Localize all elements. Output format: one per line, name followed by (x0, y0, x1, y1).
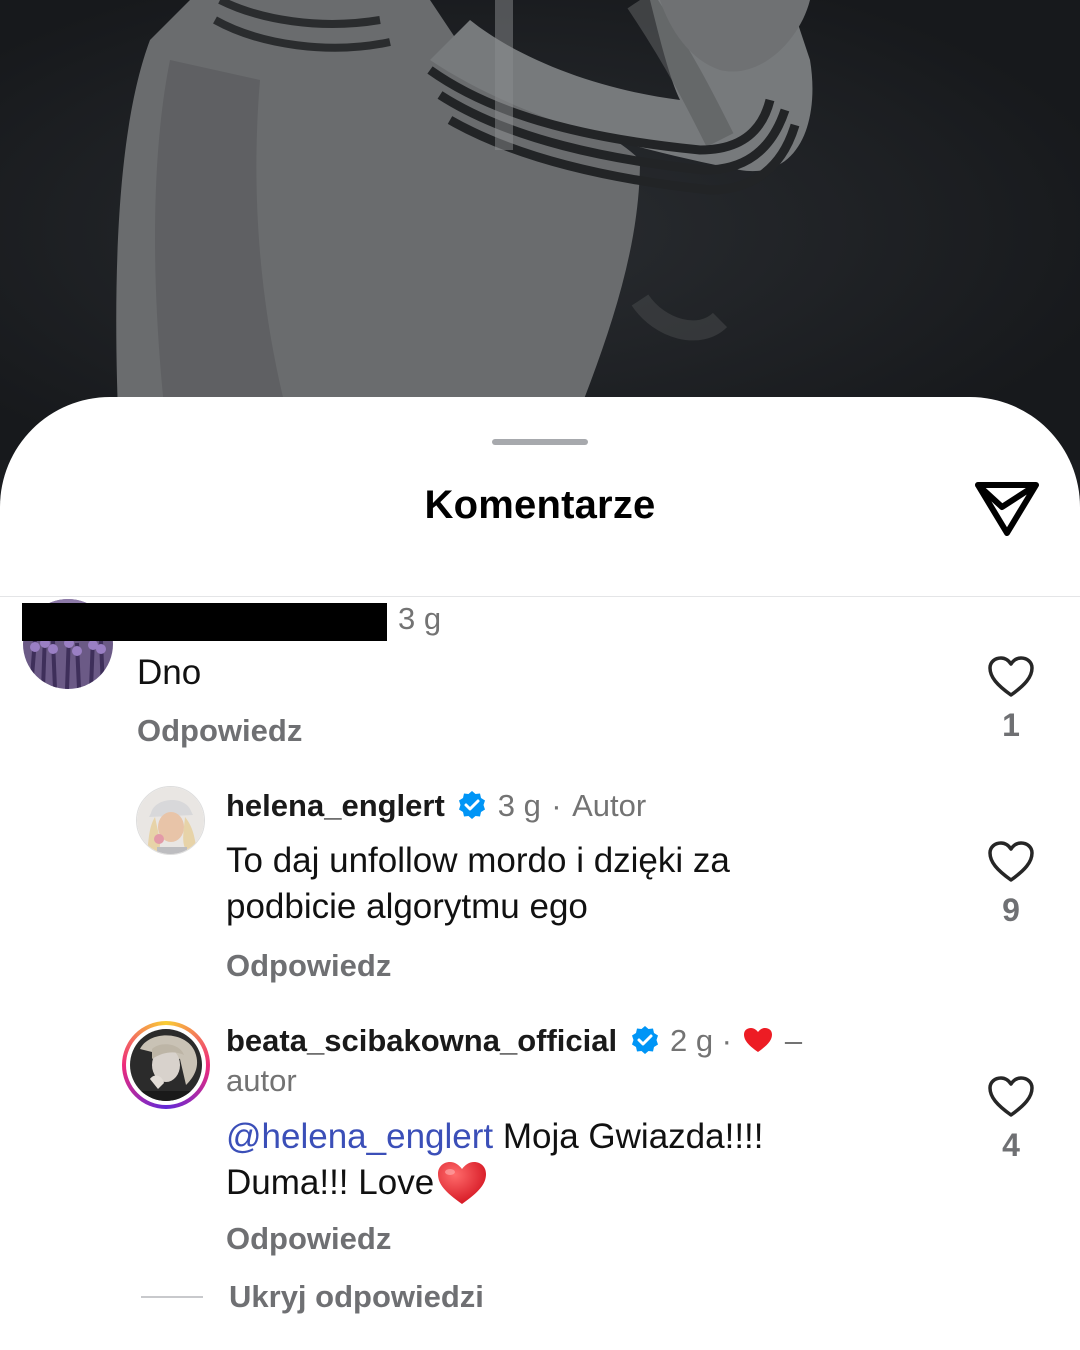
sheet-grabber[interactable] (492, 439, 588, 445)
reply-item: beata_scibakowna_official 2 g · – autor … (0, 1019, 1080, 1259)
author-tag: autor (226, 1063, 297, 1098)
like-column: 1 (981, 655, 1041, 744)
like-column: 9 (981, 840, 1041, 929)
reply-header: helena_englert 3 g · Autor (226, 788, 646, 824)
verified-badge-icon (631, 1026, 658, 1054)
heart-outline-icon[interactable] (987, 840, 1035, 884)
hide-replies-row[interactable]: Ukryj odpowiedzi (141, 1277, 484, 1317)
hide-replies-button[interactable]: Ukryj odpowiedzi (229, 1279, 484, 1315)
like-column: 4 (981, 1075, 1041, 1164)
comment-text-part1: Moja Gwiazda!!!! (493, 1117, 764, 1156)
meta-separator: · (721, 1023, 732, 1058)
username[interactable]: beata_scibakowna_official (226, 1023, 617, 1058)
heart-outline-icon[interactable] (987, 655, 1035, 699)
share-button[interactable] (972, 475, 1042, 541)
sheet-title: Komentarze (424, 483, 656, 527)
comments-sheet: Komentarze 3 g Dno Odpowiedz 1 helena_en… (0, 397, 1080, 1350)
username[interactable]: helena_englert (226, 788, 445, 823)
comment-text: To daj unfollow mordo i dzięki za podbic… (226, 841, 730, 926)
avatar[interactable] (136, 786, 205, 855)
redacted-username (22, 603, 387, 641)
like-count: 1 (1002, 707, 1020, 743)
verified-badge-icon (459, 791, 486, 819)
comment-item: 3 g Dno Odpowiedz 1 (0, 597, 1080, 757)
comment-text-part2: Duma!!! Love (226, 1163, 435, 1202)
like-count: 4 (1002, 1127, 1020, 1163)
comment-time: 3 g (398, 601, 442, 636)
reply-item: helena_englert 3 g · Autor To daj unfoll… (0, 782, 1080, 992)
screen: Komentarze 3 g Dno Odpowiedz 1 helena_en… (0, 0, 1080, 1350)
liked-by-author-heart-icon (744, 1028, 773, 1052)
reply-header: beata_scibakowna_official 2 g · – (226, 1023, 802, 1059)
comment-text: Dno (137, 653, 202, 692)
comment-time: 3 g (497, 788, 541, 823)
comment-time: 2 g (670, 1023, 714, 1058)
hide-replies-line (141, 1296, 203, 1298)
meta-separator: · (551, 788, 562, 823)
reply-button[interactable]: Odpowiedz (226, 948, 391, 984)
comment-text: @helena_englert Moja Gwiazda!!!! Duma!!!… (226, 1114, 906, 1206)
heart-outline-icon[interactable] (987, 1075, 1035, 1119)
author-tag: Autor (572, 788, 647, 823)
mention-link[interactable]: @helena_englert (226, 1117, 493, 1156)
paper-plane-icon (975, 482, 1039, 536)
avatar-story-ring[interactable] (122, 1021, 210, 1109)
like-count: 9 (1002, 892, 1020, 928)
meta-dash: – (784, 1023, 803, 1058)
post-photo (0, 0, 1080, 460)
red-heart-emoji-icon (438, 1162, 487, 1204)
reply-button[interactable]: Odpowiedz (137, 713, 302, 749)
reply-button[interactable]: Odpowiedz (226, 1221, 391, 1257)
